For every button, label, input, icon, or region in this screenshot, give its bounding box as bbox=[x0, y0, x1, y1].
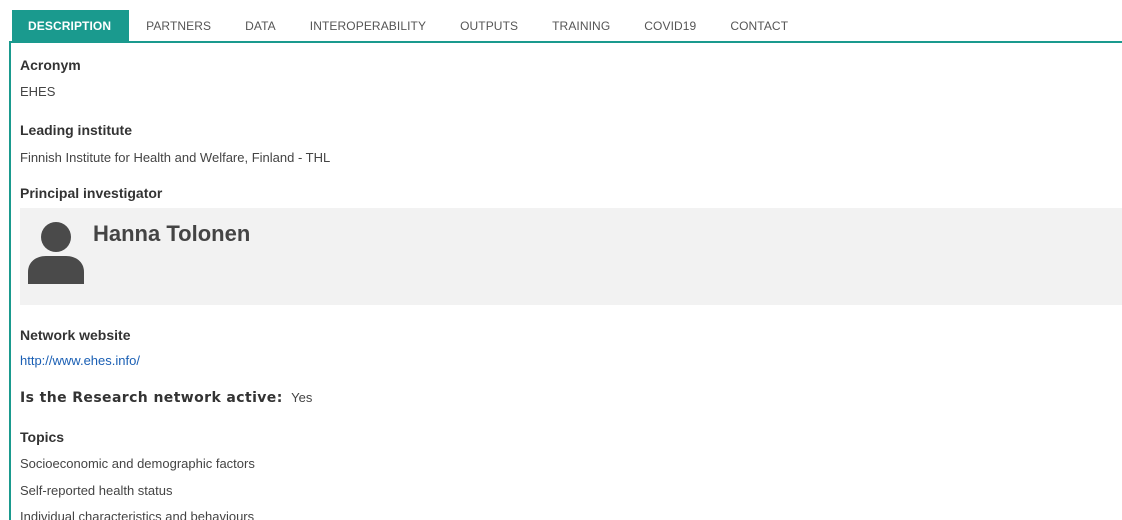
acronym-value: EHES bbox=[20, 84, 56, 99]
active-status-value: Yes bbox=[291, 390, 313, 405]
acronym-label: Acronym bbox=[20, 57, 81, 73]
tab-training[interactable]: TRAINING bbox=[535, 10, 627, 41]
network-website-label: Network website bbox=[20, 327, 131, 343]
topics-label: Topics bbox=[20, 429, 65, 445]
network-website-link[interactable]: http://www.ehes.info/ bbox=[20, 353, 140, 368]
tab-contact[interactable]: CONTACT bbox=[713, 10, 805, 41]
tab-interoperability[interactable]: INTEROPERABILITY bbox=[293, 10, 443, 41]
tab-covid19[interactable]: COVID19 bbox=[627, 10, 713, 41]
tab-underline bbox=[9, 41, 1122, 43]
research-network-page: DESCRIPTION PARTNERS DATA INTEROPERABILI… bbox=[0, 0, 1122, 520]
content-frame-border bbox=[9, 41, 11, 520]
active-status-label: Is the Research network active: bbox=[20, 390, 283, 406]
network-website-value-wrap: http://www.ehes.info/ bbox=[20, 353, 140, 368]
tab-data[interactable]: DATA bbox=[228, 10, 293, 41]
leading-institute-label: Leading institute bbox=[20, 122, 132, 138]
principal-investigator-label: Principal investigator bbox=[20, 185, 163, 201]
person-icon bbox=[28, 222, 84, 284]
active-status-row: Is the Research network active: Yes bbox=[20, 389, 312, 407]
investigator-card: Hanna Tolonen bbox=[20, 208, 1122, 305]
topic-item: Self-reported health status bbox=[20, 483, 173, 498]
topic-item: Socioeconomic and demographic factors bbox=[20, 456, 255, 471]
tab-outputs[interactable]: OUTPUTS bbox=[443, 10, 535, 41]
tab-description[interactable]: DESCRIPTION bbox=[12, 10, 130, 41]
leading-institute-value: Finnish Institute for Health and Welfare… bbox=[20, 150, 331, 165]
topic-item: Individual characteristics and behaviour… bbox=[20, 509, 255, 520]
tab-partners[interactable]: PARTNERS bbox=[129, 10, 228, 41]
investigator-name: Hanna Tolonen bbox=[93, 221, 251, 246]
tab-bar: DESCRIPTION PARTNERS DATA INTEROPERABILI… bbox=[12, 10, 805, 41]
